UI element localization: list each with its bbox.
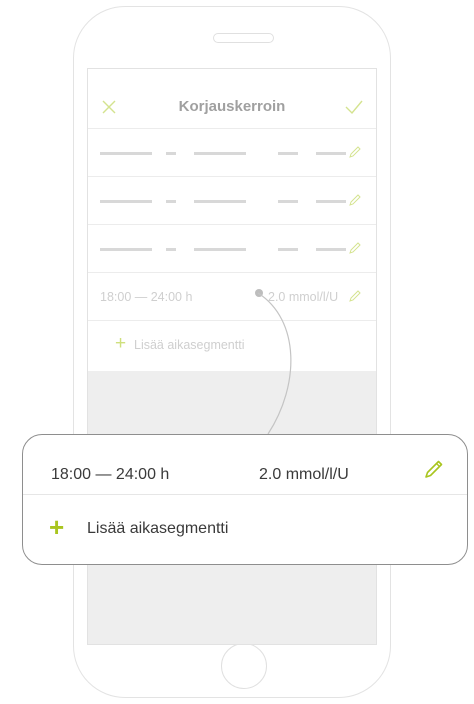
callout-connector-line <box>257 292 292 435</box>
plus-icon[interactable]: + <box>49 514 64 540</box>
zoom-callout: 18:00 — 24:00 h 2.0 mmol/l/U + Lisää aik… <box>22 434 468 565</box>
divider <box>23 494 467 495</box>
pencil-icon[interactable] <box>423 458 445 485</box>
callout-segment-time: 18:00 — 24:00 h <box>51 466 170 483</box>
callout-add-segment-label[interactable]: Lisää aikasegmentti <box>87 520 228 538</box>
callout-segment-value: 2.0 mmol/l/U <box>259 466 349 483</box>
